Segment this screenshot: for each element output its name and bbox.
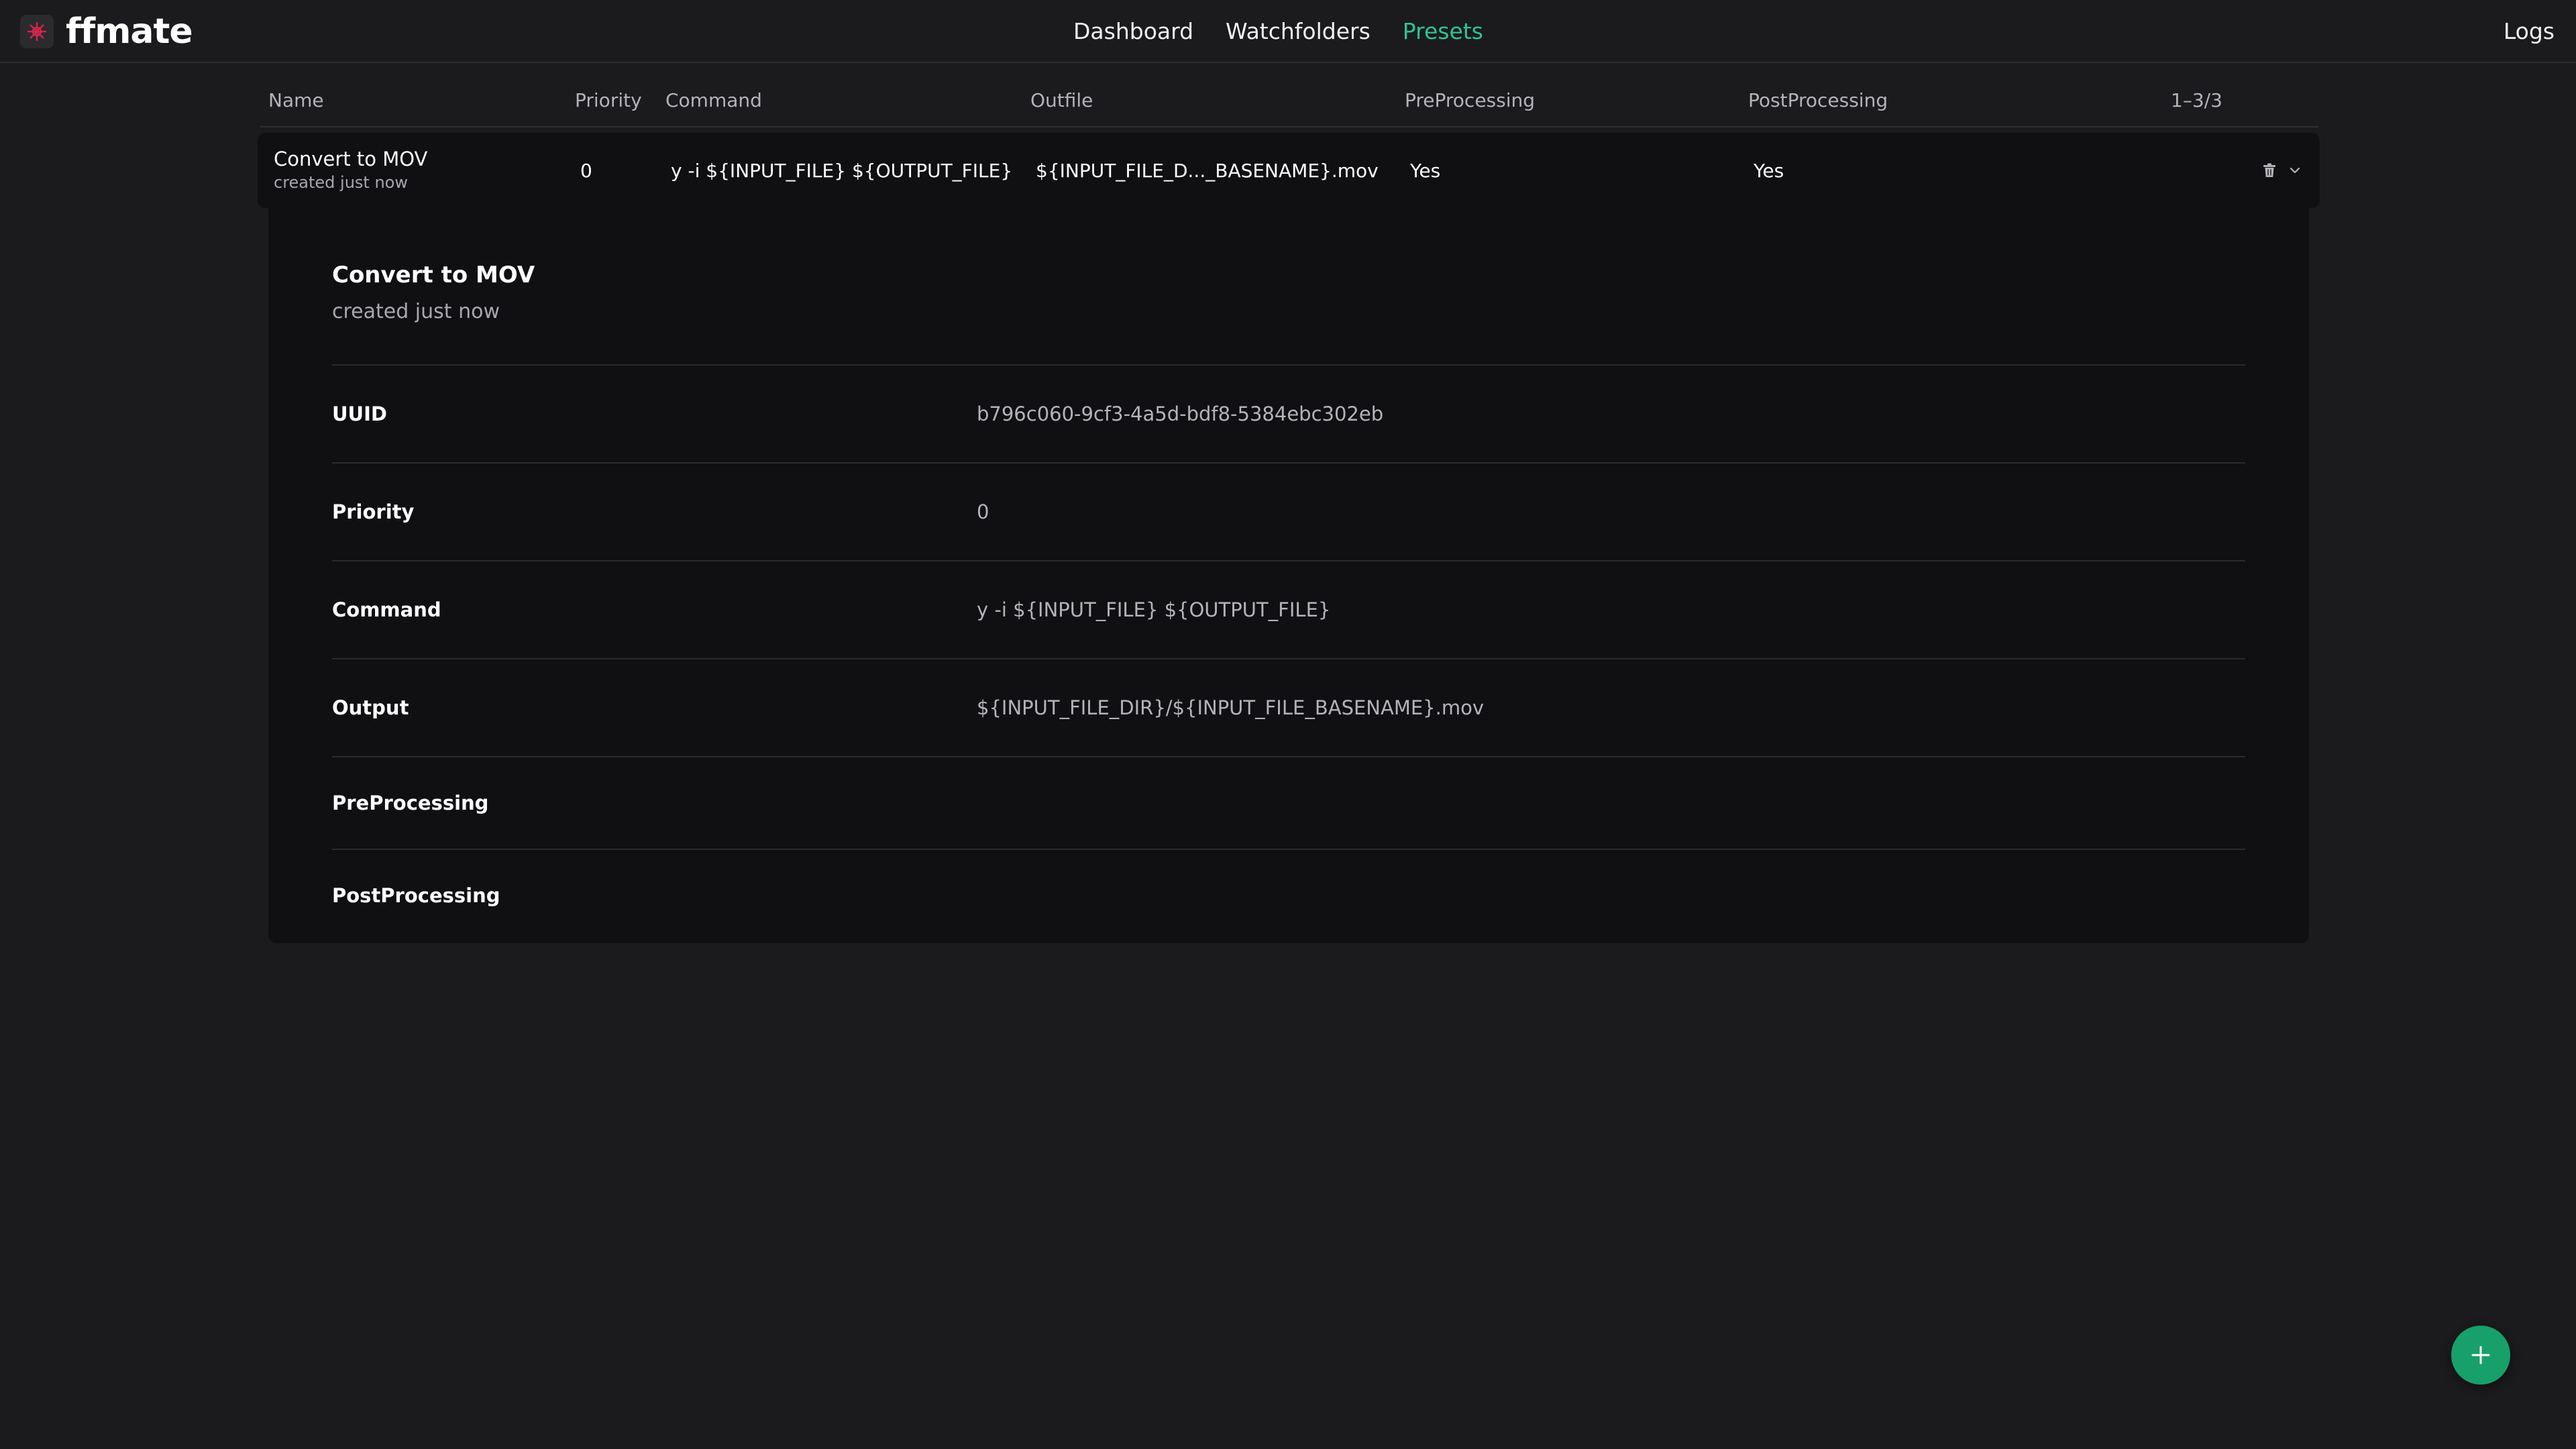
- plus-icon: [2469, 1343, 2493, 1367]
- nav-watchfolders[interactable]: Watchfolders: [1226, 18, 1371, 44]
- chevron-down-icon[interactable]: [2284, 159, 2306, 182]
- table-row[interactable]: Convert to MOV created just now 0 y -i $…: [258, 133, 2320, 208]
- detail-label-output: Output: [332, 696, 409, 719]
- preset-priority: 0: [580, 159, 592, 182]
- preset-name-cell: Convert to MOV created just now: [274, 133, 427, 208]
- column-header-name[interactable]: Name: [268, 74, 324, 126]
- detail-label-priority: Priority: [332, 500, 415, 523]
- preset-name: Convert to MOV: [274, 148, 428, 170]
- detail-label-uuid: UUID: [332, 402, 387, 425]
- detail-field-output: Output ${INPUT_FILE_DIR}/${INPUT_FILE_BA…: [332, 658, 2245, 756]
- column-header-preprocessing[interactable]: PreProcessing: [1405, 74, 1535, 126]
- detail-header: Convert to MOV created just now: [332, 262, 535, 323]
- preset-postprocessing: Yes: [1754, 159, 1784, 182]
- detail-field-preprocessing: PreProcessing: [332, 756, 2245, 849]
- preset-created: created just now: [274, 172, 408, 192]
- nav-dashboard[interactable]: Dashboard: [1073, 18, 1193, 44]
- preset-detail-panel: Convert to MOV created just now UUID b79…: [268, 208, 2309, 943]
- detail-label-preprocessing: PreProcessing: [332, 792, 489, 814]
- detail-value-command: y -i ${INPUT_FILE} ${OUTPUT_FILE}: [977, 598, 1331, 621]
- detail-field-command: Command y -i ${INPUT_FILE} ${OUTPUT_FILE…: [332, 560, 2245, 658]
- nav-logs[interactable]: Logs: [2504, 0, 2555, 62]
- main-nav: Dashboard Watchfolders Presets: [1073, 0, 1515, 62]
- presets-table-header: Name Priority Command Outfile PreProcess…: [260, 74, 2318, 127]
- detail-value-uuid: b796c060-9cf3-4a5d-bdf8-5384ebc302eb: [977, 402, 1384, 425]
- brand[interactable]: ffmate: [20, 13, 193, 50]
- add-preset-button[interactable]: [2451, 1326, 2510, 1385]
- pagination-info: 1–3/3: [2171, 89, 2222, 111]
- preset-preprocessing: Yes: [1410, 159, 1441, 182]
- detail-field-uuid: UUID b796c060-9cf3-4a5d-bdf8-5384ebc302e…: [332, 364, 2245, 462]
- detail-label-postprocessing: PostProcessing: [332, 884, 500, 907]
- column-header-priority[interactable]: Priority: [575, 74, 642, 126]
- ffmate-logo-icon: [20, 15, 54, 48]
- detail-field-priority: Priority 0: [332, 462, 2245, 560]
- detail-field-postprocessing: PostProcessing: [332, 849, 2245, 941]
- column-header-command[interactable]: Command: [665, 74, 762, 126]
- column-header-postprocessing[interactable]: PostProcessing: [1748, 74, 1888, 126]
- top-navigation-bar: ffmate Dashboard Watchfolders Presets Lo…: [0, 0, 2576, 63]
- row-actions: [2258, 133, 2306, 208]
- detail-value-output: ${INPUT_FILE_DIR}/${INPUT_FILE_BASENAME}…: [977, 696, 1484, 719]
- detail-title: Convert to MOV: [332, 262, 535, 288]
- nav-presets[interactable]: Presets: [1403, 18, 1483, 44]
- detail-value-priority: 0: [977, 500, 989, 523]
- preset-outfile: ${INPUT_FILE_D..._BASENAME}.mov: [1036, 159, 1379, 182]
- preset-command: y -i ${INPUT_FILE} ${OUTPUT_FILE}: [671, 159, 1013, 182]
- detail-label-command: Command: [332, 598, 441, 621]
- brand-name: ffmate: [66, 11, 193, 52]
- trash-icon[interactable]: [2258, 159, 2281, 182]
- column-header-outfile[interactable]: Outfile: [1030, 74, 1093, 126]
- detail-subtitle: created just now: [332, 299, 500, 323]
